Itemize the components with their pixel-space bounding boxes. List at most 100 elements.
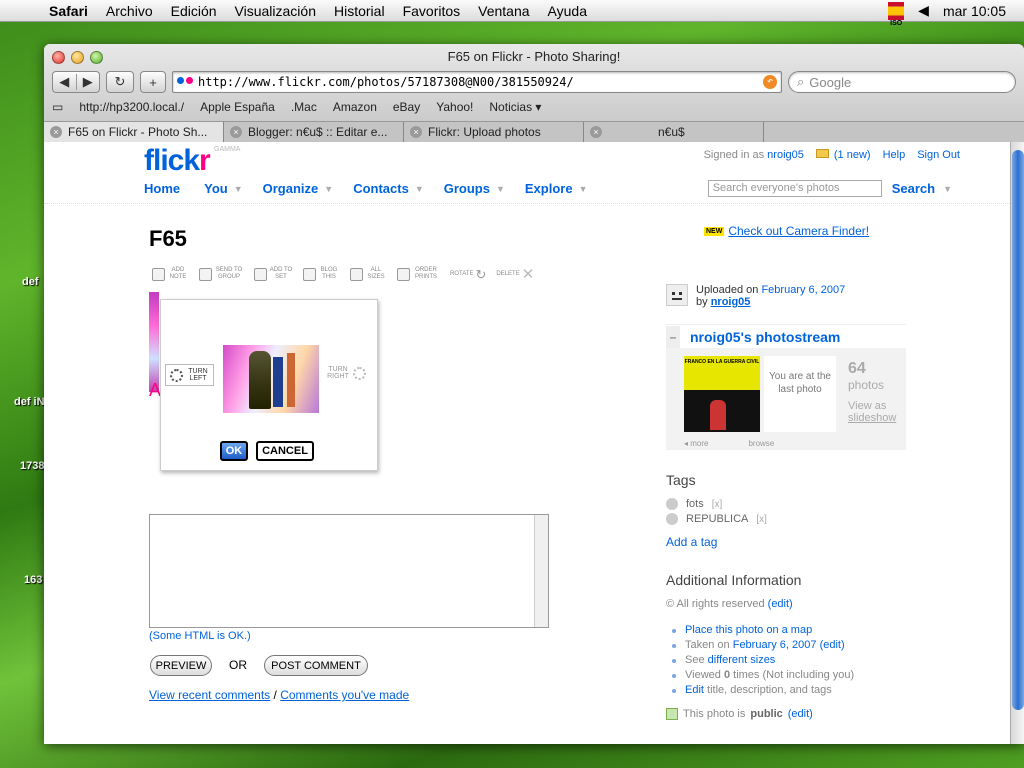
menubar-clock[interactable]: mar 10:05 [943, 3, 1006, 19]
camera-finder-link[interactable]: Check out Camera Finder! [728, 224, 869, 238]
bookmark-item[interactable]: .Mac [291, 100, 317, 114]
menu-app[interactable]: Safari [40, 3, 97, 19]
url-text[interactable]: http://www.flickr.com/photos/57187308@N0… [198, 75, 763, 89]
send-to-group-button[interactable]: SEND TO GROUP [199, 267, 244, 281]
add-note-button[interactable]: ADD NOTE [152, 267, 189, 281]
tab-blogger[interactable]: × Blogger: n€u$ :: Editar e... [224, 122, 404, 142]
add-bookmark-button[interactable]: + [140, 71, 166, 93]
rotate-ok-button[interactable]: OK [220, 441, 248, 461]
buddy-icon[interactable] [666, 284, 688, 306]
place-on-map-link[interactable]: Place this photo on a map [685, 624, 812, 636]
back-icon[interactable]: ◀ [53, 74, 77, 90]
tab-flickr-upload[interactable]: × Flickr: Upload photos [404, 122, 584, 142]
previous-photo-thumbnail[interactable]: FRANCO EN LA GUERRA CIVIL [684, 356, 760, 432]
add-to-set-button[interactable]: ADD TO SET [254, 267, 293, 281]
tab-neus[interactable]: × n€u$ [584, 122, 764, 142]
nav-organize[interactable]: Organize [263, 181, 319, 196]
collapse-icon[interactable]: – [666, 325, 680, 348]
edit-privacy-link[interactable]: (edit) [788, 708, 813, 720]
search-dropdown-icon[interactable]: ▼ [943, 184, 952, 194]
uploader-username-link[interactable]: nroig05 [711, 296, 751, 308]
bookmark-item[interactable]: http://hp3200.local./ [79, 100, 184, 114]
close-tab-icon[interactable]: × [590, 126, 602, 138]
bookmark-item[interactable]: Amazon [333, 100, 377, 114]
nav-contacts-dropdown-icon[interactable]: ▼ [415, 184, 424, 194]
photostream-link[interactable]: nroig05's photostream [690, 329, 840, 345]
menu-edicion[interactable]: Edición [162, 3, 226, 19]
page-scrollbar[interactable] [1010, 142, 1024, 744]
desktop-icon-label[interactable]: 163 [24, 574, 42, 586]
html-ok-link[interactable]: (Some HTML is OK.) [149, 630, 251, 642]
bookmark-item[interactable]: eBay [393, 100, 420, 114]
bookmarks-book-icon[interactable]: ▭ [52, 100, 63, 114]
google-search-field[interactable]: ⌕ Google [788, 71, 1016, 93]
post-comment-button[interactable]: POST COMMENT [264, 655, 368, 676]
nav-you-dropdown-icon[interactable]: ▼ [234, 184, 243, 194]
photo-title[interactable]: F65 [149, 226, 187, 252]
username-link[interactable]: nroig05 [767, 149, 804, 161]
desktop-icon-label[interactable]: def [22, 276, 39, 288]
address-bar[interactable]: http://www.flickr.com/photos/57187308@N0… [172, 71, 782, 93]
globe-icon[interactable] [666, 498, 678, 510]
nav-home[interactable]: Home [144, 181, 180, 196]
edit-details-link[interactable]: Edit [685, 684, 704, 696]
menu-visualizacion[interactable]: Visualización [226, 3, 325, 19]
upload-date-link[interactable]: February 6, 2007 [761, 284, 845, 296]
nav-you[interactable]: You [204, 181, 228, 196]
menu-ventana[interactable]: Ventana [469, 3, 538, 19]
tag-link[interactable]: REPUBLICA [686, 513, 748, 525]
menu-ayuda[interactable]: Ayuda [539, 3, 596, 19]
nav-groups-dropdown-icon[interactable]: ▼ [496, 184, 505, 194]
bookmark-item[interactable]: Yahoo! [436, 100, 473, 114]
mail-envelope-icon[interactable] [815, 149, 829, 158]
view-recent-comments-link[interactable]: View recent comments [149, 688, 270, 702]
flickr-logo[interactable]: flickr [144, 144, 211, 178]
nav-contacts[interactable]: Contacts [353, 181, 409, 196]
globe-icon[interactable] [666, 513, 678, 525]
remove-tag-link[interactable]: [x] [756, 514, 767, 525]
nav-organize-dropdown-icon[interactable]: ▼ [324, 184, 333, 194]
nav-explore[interactable]: Explore [525, 181, 573, 196]
flickr-search-input[interactable]: Search everyone's photos [707, 180, 882, 197]
input-source-flag-icon[interactable]: ISO [888, 1, 905, 27]
taken-date-link[interactable]: February 6, 2007 [733, 639, 817, 651]
turn-left-button[interactable]: TURN LEFT [165, 364, 214, 386]
forward-icon[interactable]: ▶ [77, 74, 100, 90]
comments-youve-made-link[interactable]: Comments you've made [280, 688, 409, 702]
close-tab-icon[interactable]: × [410, 126, 422, 138]
comment-textarea[interactable] [149, 514, 549, 628]
all-sizes-button[interactable]: ALL SIZES [350, 267, 387, 281]
nav-explore-dropdown-icon[interactable]: ▼ [579, 184, 588, 194]
close-tab-icon[interactable]: × [50, 126, 62, 138]
turn-right-button[interactable]: TURN RIGHT [327, 366, 366, 380]
menu-archivo[interactable]: Archivo [97, 3, 162, 19]
slideshow-link[interactable]: slideshow [848, 412, 896, 424]
close-tab-icon[interactable]: × [230, 126, 242, 138]
remove-tag-link[interactable]: [x] [712, 499, 723, 510]
new-mail-link[interactable]: (1 new) [834, 149, 871, 161]
reload-button[interactable]: ↻ [106, 71, 134, 93]
volume-icon[interactable]: ◀ [918, 2, 929, 19]
menu-historial[interactable]: Historial [325, 3, 394, 19]
desktop-icon-label[interactable]: def iN [14, 396, 45, 408]
sign-out-link[interactable]: Sign Out [917, 149, 960, 161]
edit-license-link[interactable]: (edit) [768, 598, 793, 610]
textarea-scrollbar[interactable] [534, 515, 548, 627]
rotate-button[interactable]: ROTATE ↻ [450, 268, 486, 281]
nav-groups[interactable]: Groups [444, 181, 490, 196]
tab-flickr-photo[interactable]: × F65 on Flickr - Photo Sh... [44, 122, 224, 142]
rotate-cancel-button[interactable]: CANCEL [256, 441, 314, 461]
edit-date-link[interactable]: (edit) [820, 639, 845, 651]
bookmark-folder[interactable]: Noticias ▾ [489, 100, 541, 114]
add-tag-link[interactable]: Add a tag [666, 535, 767, 549]
menu-favoritos[interactable]: Favoritos [394, 3, 470, 19]
order-prints-button[interactable]: ORDER PRINTS [397, 267, 440, 281]
delete-button[interactable]: DELETE ✕ [496, 267, 534, 282]
different-sizes-link[interactable]: different sizes [708, 654, 776, 666]
browse-link[interactable]: browse [748, 439, 774, 448]
scrollbar-thumb[interactable] [1012, 150, 1024, 710]
desktop-icon-label[interactable]: 1738 [20, 460, 44, 472]
snapback-icon[interactable]: ↶ [763, 75, 777, 89]
preview-button[interactable]: PREVIEW [150, 655, 212, 676]
blog-this-button[interactable]: BLOG THIS [303, 267, 340, 281]
